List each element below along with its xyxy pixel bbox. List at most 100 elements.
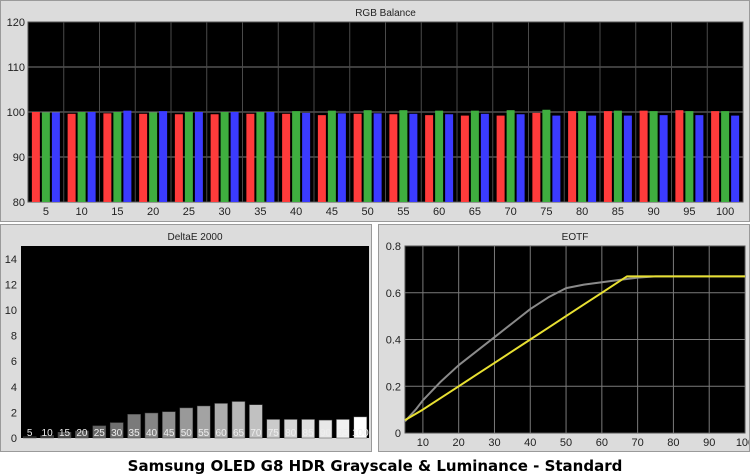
x-tick-label: 65 <box>233 428 245 439</box>
x-tick-label: 95 <box>683 206 695 218</box>
y-tick-label: 100 <box>7 107 25 119</box>
x-tick-label: 75 <box>268 428 280 439</box>
bar <box>246 113 255 202</box>
y-tick-label: 14 <box>5 254 17 266</box>
bar <box>470 110 479 202</box>
x-tick-label: 100 <box>736 437 749 449</box>
bar <box>266 112 275 202</box>
bar <box>337 113 346 202</box>
bar <box>67 113 76 202</box>
x-tick-label: 85 <box>612 206 624 218</box>
x-tick-label: 90 <box>648 206 660 218</box>
x-tick-label: 20 <box>147 206 159 218</box>
bar <box>373 113 382 202</box>
bar <box>568 111 577 202</box>
bar <box>409 113 418 202</box>
bar <box>532 112 541 202</box>
x-tick-label: 30 <box>488 437 500 449</box>
chart-title: EOTF <box>562 232 589 243</box>
x-tick-label: 40 <box>146 428 158 439</box>
x-tick-label: 90 <box>320 428 332 439</box>
bar <box>123 110 132 202</box>
bar <box>103 113 112 202</box>
deltae-panel: DeltaE 2000 0 2 4 6 8 10 12 14 5 10 15 20 25 30 35 40 45 5… <box>0 224 372 452</box>
x-tick-label: 45 <box>163 428 175 439</box>
y-tick-label: 0.4 <box>386 335 401 347</box>
bar <box>87 112 96 202</box>
deltae-chart: DeltaE 2000 0 2 4 6 8 10 12 14 5 10 15 20 25 30 35 40 45 5… <box>5 232 369 445</box>
bar <box>399 110 408 202</box>
bar <box>184 112 193 202</box>
x-tick-label: 75 <box>540 206 552 218</box>
x-tick-label: 40 <box>290 206 302 218</box>
bar <box>149 112 158 202</box>
x-tick-label: 35 <box>254 206 266 218</box>
x-tick-label: 10 <box>417 437 429 449</box>
bar <box>51 112 60 202</box>
y-tick-label: 10 <box>5 305 17 317</box>
y-tick-label: 90 <box>13 152 25 164</box>
bar <box>460 115 469 202</box>
bar <box>256 112 265 202</box>
x-tick-label: 100 <box>716 206 734 218</box>
x-tick-label: 55 <box>397 206 409 218</box>
bar <box>302 112 311 202</box>
x-tick-label: 15 <box>59 428 71 439</box>
bar <box>210 114 219 202</box>
bar <box>496 115 505 202</box>
bar <box>552 115 561 202</box>
x-tick-label: 70 <box>250 428 262 439</box>
bar <box>113 112 122 202</box>
plot-area <box>21 246 369 438</box>
x-tick-label: 100 <box>352 428 369 439</box>
x-tick-label: 35 <box>129 428 141 439</box>
y-tick-label: 12 <box>5 279 17 291</box>
x-tick-label: 20 <box>453 437 465 449</box>
chart-title: RGB Balance <box>355 8 416 19</box>
y-tick-label: 110 <box>7 62 25 74</box>
x-tick-label: 15 <box>111 206 123 218</box>
x-tick-label: 20 <box>76 428 88 439</box>
bar <box>711 111 720 202</box>
y-tick-label: 8 <box>11 331 17 343</box>
x-tick-label: 10 <box>42 428 54 439</box>
y-tick-label: 0.8 <box>386 241 401 253</box>
bar <box>317 115 326 202</box>
bar <box>41 112 50 202</box>
bar <box>506 110 515 202</box>
bar <box>685 111 694 202</box>
x-tick-label: 80 <box>576 206 588 218</box>
x-tick-label: 85 <box>303 428 315 439</box>
y-tick-label: 0.2 <box>386 381 401 393</box>
bar <box>639 110 648 202</box>
x-tick-label: 50 <box>560 437 572 449</box>
bar <box>174 114 183 202</box>
x-tick-label: 80 <box>285 428 297 439</box>
bar <box>603 111 612 202</box>
bar <box>721 111 730 202</box>
bar <box>480 113 489 202</box>
bar <box>542 109 551 202</box>
x-tick-label: 50 <box>362 206 374 218</box>
chart-title: DeltaE 2000 <box>167 232 222 243</box>
bar <box>389 114 398 202</box>
y-tick-label: 4 <box>11 382 17 394</box>
x-tick-label: 50 <box>181 428 193 439</box>
rgb-balance-panel: RGB Balance 80 90 100 110 120 5 10 15 20 25 30 35 40 4… <box>0 0 750 222</box>
rgb-balance-chart: RGB Balance 80 90 100 110 120 5 10 15 20 25 30 35 40 4… <box>7 8 744 218</box>
bar <box>220 112 229 202</box>
bar <box>695 115 704 202</box>
bar <box>159 111 168 202</box>
bar <box>353 113 362 202</box>
bar <box>425 115 434 202</box>
bar <box>649 111 658 202</box>
bar <box>327 110 336 202</box>
x-tick-label: 25 <box>94 428 106 439</box>
y-tick-label: 80 <box>13 197 25 209</box>
chart-figure: RGB Balance 80 90 100 110 120 5 10 15 20 25 30 35 40 4… <box>0 0 750 476</box>
figure-caption: Samsung OLED G8 HDR Grayscale & Luminanc… <box>127 457 623 475</box>
bar <box>675 110 684 202</box>
y-tick-label: 120 <box>7 17 25 29</box>
bar <box>230 112 239 202</box>
x-tick-label: 40 <box>524 437 536 449</box>
